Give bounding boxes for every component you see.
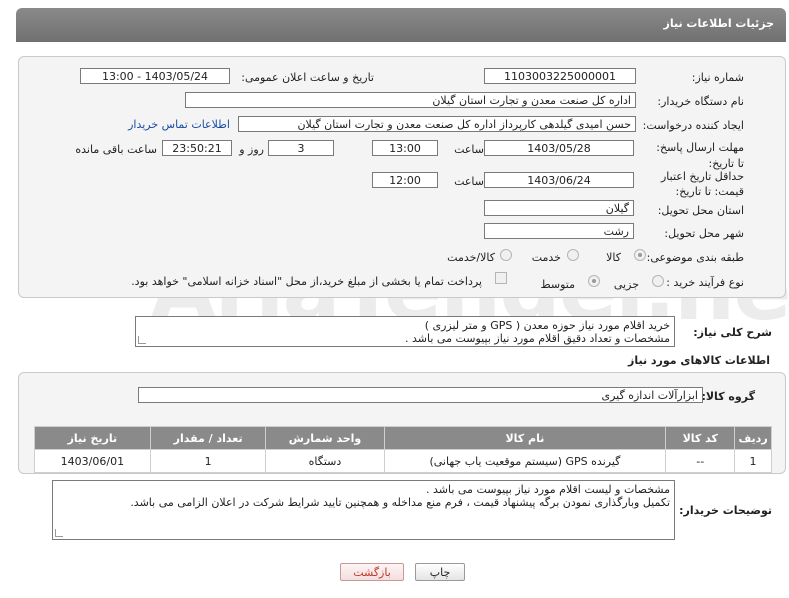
print-button[interactable]: چاپ [415,563,465,581]
buyer-notes-label: توضیحات خریدار: [679,504,772,517]
buyer-org-label: نام دستگاه خریدار: [657,95,744,108]
validity-time-label: ساعت [454,175,484,188]
city-label: شهر محل تحویل: [664,227,744,240]
description-textarea[interactable]: خرید اقلام مورد نیاز حوزه معدن ( GPS و م… [135,316,675,347]
col-header-name: نام کالا [383,426,667,450]
purchase-option-minor: جزیی [613,278,639,291]
cell-name: گیرنده GPS (سیستم موقعیت یاب جهانی) [383,449,667,473]
goods-section-title: اطلاعات کالاهای مورد نیاز [628,354,770,367]
page-header: جزئیات اطلاعات نیاز [16,8,786,42]
deadline-time-label: ساعت [454,143,484,156]
days-label: روز و [239,143,264,156]
resize-handle-icon[interactable] [55,529,63,537]
col-header-quantity: تعداد / مقدار [149,426,267,450]
remaining-time-field[interactable]: 23:50:21 [162,140,232,156]
back-button[interactable]: بازگشت [340,563,404,581]
goods-table-header-row: ردیف کد کالا نام کالا واحد شمارش تعداد /… [34,426,772,450]
description-line-2: مشخصات و تعداد دقیق اقلام مورد نیاز بپیو… [405,332,670,345]
purchase-radio-medium[interactable] [588,275,600,287]
announce-field[interactable]: 1403/05/24 - 13:00 [80,68,230,84]
need-number-label: شماره نیاز: [691,71,744,84]
resize-handle-icon[interactable] [138,336,146,344]
category-option-goods: کالا [606,251,621,264]
remaining-label: ساعت باقی مانده [75,143,157,156]
city-field[interactable]: رشت [484,223,634,239]
purchase-type-label: نوع فرآیند خرید : [666,276,744,289]
description-line-1: خرید اقلام مورد نیاز حوزه معدن ( GPS و م… [424,319,670,332]
description-label: شرح کلی نیاز: [693,326,772,339]
buyer-notes-line-2: تکمیل وبارگذاری نمودن برگه پیشنهاد قیمت … [130,496,670,509]
cell-quantity: 1 [149,449,267,473]
buyer-notes-line-1: مشخصات و لیست اقلام مورد نیاز بپیوست می … [426,483,670,496]
table-row: 1 -- گیرنده GPS (سیستم موقعیت یاب جهانی)… [34,449,772,473]
purchase-radio-minor[interactable] [652,275,664,287]
deadline-time-field[interactable]: 13:00 [372,140,438,156]
deadline-date-field[interactable]: 1403/05/28 [484,140,634,156]
creator-label: ایجاد کننده درخواست: [642,119,744,132]
treasury-payment-checkbox[interactable] [495,272,507,284]
cell-date: 1403/06/01 [34,449,151,473]
validity-label: حداقل تاریخ اعتبار قیمت: تا تاریخ: [660,170,744,198]
validity-time-field[interactable]: 12:00 [372,172,438,188]
cell-code: -- [665,449,736,473]
buyer-org-field[interactable]: اداره کل صنعت معدن و تجارت استان گیلان [185,92,636,108]
contact-info-link[interactable]: اطلاعات تماس خریدار [128,118,230,131]
goods-table: ردیف کد کالا نام کالا واحد شمارش تعداد /… [34,426,772,473]
col-header-row-number: ردیف [734,426,772,450]
page-title: جزئیات اطلاعات نیاز [663,17,775,30]
need-number-field[interactable]: 1103003225000001 [484,68,636,84]
category-option-service: خدمت [531,251,561,264]
category-radio-both[interactable] [500,249,512,261]
creator-field[interactable]: حسن امیدی گیلدهی کارپرداز اداره کل صنعت … [238,116,636,132]
category-option-both: کالا/خدمت [447,251,495,264]
col-header-unit: واحد شمارش [265,426,385,450]
category-radio-goods[interactable] [634,249,646,261]
goods-group-field[interactable]: ابزارآلات اندازه گیری [138,387,703,403]
purchase-option-medium: متوسط [540,278,575,291]
validity-date-field[interactable]: 1403/06/24 [484,172,634,188]
announce-label: تاریخ و ساعت اعلان عمومی: [241,71,374,84]
col-header-date: تاریخ نیاز [34,426,151,450]
payment-note: پرداخت تمام یا بخشی از مبلغ خرید،از محل … [131,275,482,288]
goods-group-label: گروه کالا: [701,390,755,403]
province-field[interactable]: گیلان [484,200,634,216]
province-label: استان محل تحویل: [657,204,744,217]
cell-row-number: 1 [734,449,772,473]
days-field[interactable]: 3 [268,140,334,156]
category-radio-service[interactable] [567,249,579,261]
col-header-code: کد کالا [665,426,736,450]
category-label: طبقه بندی موضوعی: [646,251,744,264]
buyer-notes-textarea[interactable]: مشخصات و لیست اقلام مورد نیاز بپیوست می … [52,480,675,540]
deadline-label: مهلت ارسال پاسخ: تا تاریخ: [656,141,744,170]
cell-unit: دستگاه [265,449,385,473]
